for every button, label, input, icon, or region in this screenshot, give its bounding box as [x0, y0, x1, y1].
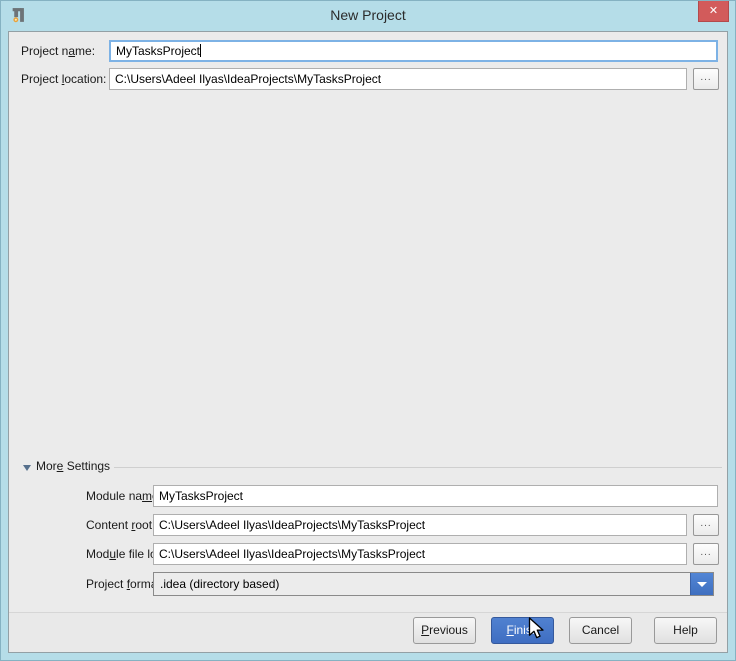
project-location-input[interactable]: C:\Users\Adeel Ilyas\IdeaProjects\MyTask… — [109, 68, 687, 90]
dialog-title: New Project — [330, 7, 405, 23]
mouse-cursor-icon — [528, 617, 546, 643]
chevron-down-icon — [697, 582, 707, 587]
help-button[interactable]: Help — [654, 617, 717, 644]
module-file-location-browse-button[interactable]: ... — [693, 543, 719, 565]
module-file-location-input[interactable]: C:\Users\Adeel Ilyas\IdeaProjects\MyTask… — [153, 543, 687, 565]
project-name-input[interactable]: MyTasksProject — [109, 40, 718, 62]
content-root-browse-button[interactable]: ... — [693, 514, 719, 536]
collapse-triangle-icon[interactable] — [23, 465, 31, 471]
module-name-label: Module name: — [86, 485, 162, 507]
dropdown-button[interactable] — [690, 573, 713, 595]
previous-button[interactable]: Previous — [413, 617, 476, 644]
intellij-logo-icon — [10, 7, 27, 24]
project-name-label: Project name: — [21, 40, 95, 62]
close-icon: ✕ — [709, 5, 718, 17]
content-root-input[interactable]: C:\Users\Adeel Ilyas\IdeaProjects\MyTask… — [153, 514, 687, 536]
project-format-select[interactable]: .idea (directory based) — [153, 572, 714, 596]
ellipsis-icon: ... — [700, 72, 711, 83]
more-settings-header[interactable]: More Settings — [36, 459, 110, 473]
close-button[interactable]: ✕ — [698, 1, 729, 22]
new-project-dialog: New Project ✕ Project name: MyTasksProje… — [0, 0, 736, 661]
content-root-label: Content root: — [86, 514, 155, 536]
ellipsis-icon: ... — [700, 518, 711, 529]
ellipsis-icon: ... — [700, 547, 711, 558]
title-bar[interactable]: New Project ✕ — [1, 1, 735, 31]
module-name-input[interactable]: MyTasksProject — [153, 485, 718, 507]
project-location-browse-button[interactable]: ... — [693, 68, 719, 90]
project-location-label: Project location: — [21, 68, 106, 90]
text-caret — [200, 44, 201, 57]
more-settings-separator — [114, 467, 722, 468]
cancel-button[interactable]: Cancel — [569, 617, 632, 644]
